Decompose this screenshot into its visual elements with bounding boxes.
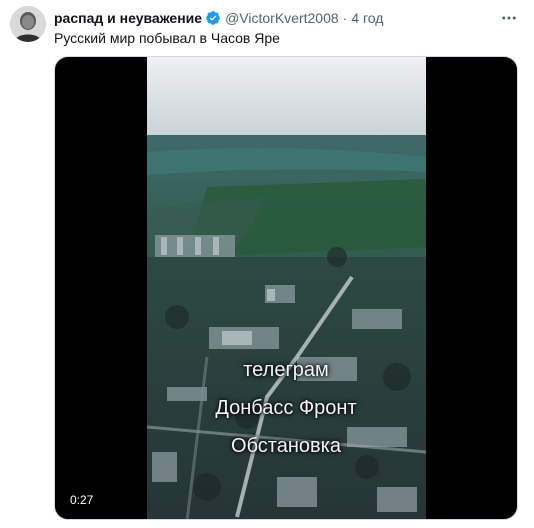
overlay-line-channel: Донбасс Фронт xyxy=(215,397,357,419)
separator-dot: · xyxy=(342,10,348,26)
more-options-button[interactable] xyxy=(498,8,520,28)
overlay-line-telegram: телеграм xyxy=(243,359,329,381)
avatar-image xyxy=(10,6,46,42)
author-handle[interactable]: @VictorKvert2008 xyxy=(225,10,339,26)
overlay-line-status: Обстановка xyxy=(231,435,341,457)
tweet[interactable]: распад и неуважение @VictorKvert2008 · 4… xyxy=(0,0,534,528)
tweet-text: Русский мир побывал в Часов Яре xyxy=(54,30,280,46)
author-display-name[interactable]: распад и неуважение xyxy=(54,10,202,26)
verified-badge-icon xyxy=(205,10,221,26)
tweet-header: распад и неуважение @VictorKvert2008 · 4… xyxy=(54,8,522,28)
video-player[interactable]: телеграм Донбасс Фронт Обстановка 0:27 xyxy=(54,56,518,520)
more-icon xyxy=(502,16,516,20)
tweet-timestamp[interactable]: 4 год xyxy=(351,10,383,26)
video-duration: 0:27 xyxy=(65,491,99,509)
avatar[interactable] xyxy=(10,6,46,42)
